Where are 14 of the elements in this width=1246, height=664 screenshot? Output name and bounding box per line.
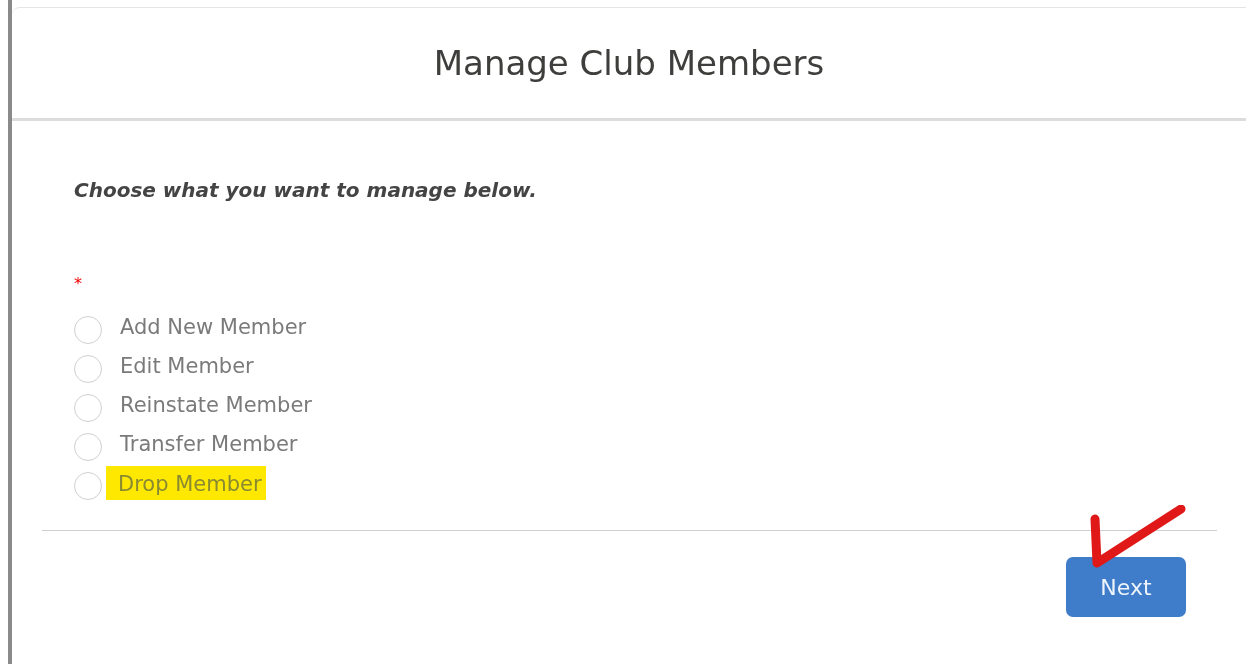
radio-button[interactable] — [74, 354, 102, 383]
radio-button[interactable] — [74, 471, 102, 500]
option-label[interactable]: Transfer Member — [118, 429, 300, 458]
next-button[interactable]: Next — [1066, 557, 1186, 617]
modal-title: Manage Club Members — [433, 43, 825, 83]
radio-button[interactable] — [74, 432, 102, 461]
option-label[interactable]: Reinstate Member — [118, 390, 314, 419]
option-label[interactable]: Add New Member — [118, 312, 309, 341]
radio-button[interactable] — [74, 315, 102, 344]
option-label[interactable]: Edit Member — [118, 351, 256, 380]
instruction-text: Choose what you want to manage below. — [74, 178, 538, 202]
radio-button[interactable] — [74, 393, 102, 422]
required-asterisk: * — [74, 274, 82, 293]
option-label[interactable]: Drop Member — [106, 465, 266, 500]
